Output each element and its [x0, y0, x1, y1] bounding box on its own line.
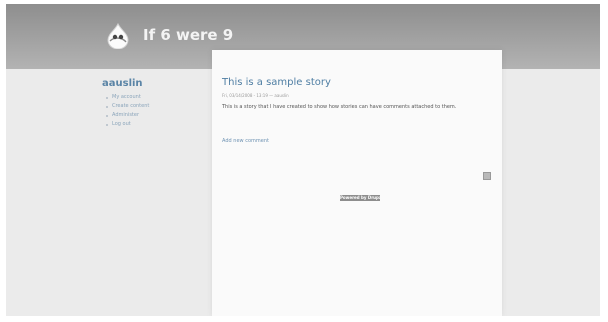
browser-viewport: If 6 were 9 aauslin My account Create co… [6, 4, 600, 316]
sidebar-item-my-account[interactable]: My account [102, 93, 202, 102]
sidebar-username: aauslin [102, 78, 143, 89]
sidebar-item-log-out[interactable]: Log out [102, 120, 202, 129]
node-body: This is a story that I have created to s… [222, 104, 457, 110]
main-content: This is a sample story Fri, 03/14/2008 -… [212, 50, 502, 316]
sidebar-item-administer[interactable]: Administer [102, 111, 202, 120]
sidebar-item-create-content[interactable]: Create content [102, 102, 202, 111]
node-submitted-info: Fri, 03/14/2008 - 13:19 — aauslin [222, 93, 289, 98]
node-title-link[interactable]: This is a sample story [222, 77, 331, 88]
rss-feed-icon[interactable] [483, 172, 491, 180]
user-menu: My account Create content Administer Log… [102, 93, 202, 129]
powered-by-drupal-badge[interactable]: Powered by Drupal [340, 195, 380, 201]
user-menu-block: aauslin My account Create content Admini… [102, 78, 202, 129]
drupal-drop-icon[interactable] [105, 23, 131, 49]
add-comment-link[interactable]: Add new comment [222, 138, 269, 144]
site-name-link[interactable]: If 6 were 9 [143, 26, 233, 44]
